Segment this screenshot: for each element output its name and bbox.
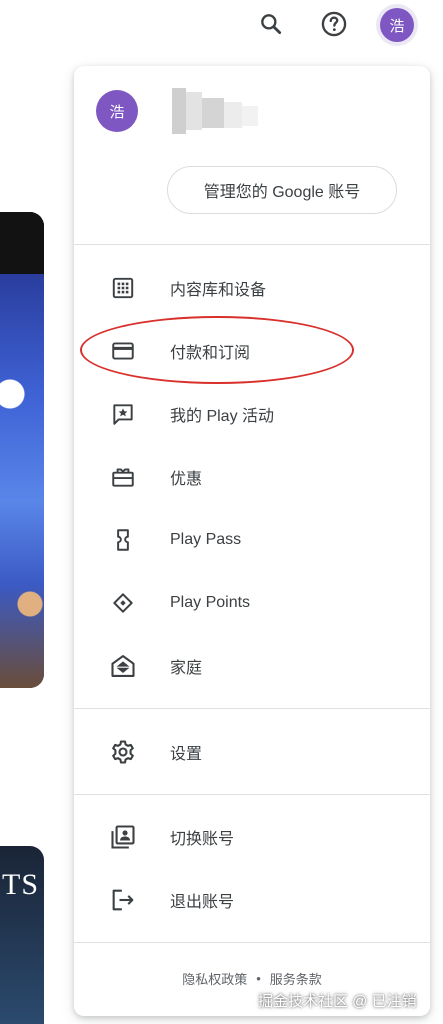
menu-item-label: Play Pass (170, 531, 242, 548)
search-button[interactable] (251, 6, 291, 46)
watermark: 掘金技术社区 @ 已注销 (258, 993, 417, 1010)
logout-icon (108, 885, 138, 915)
diamond-icon (108, 588, 138, 618)
background-promo-card[interactable]: TS (0, 846, 44, 1024)
menu-item-label: 设置 (170, 746, 203, 763)
offers-gift-icon (108, 462, 138, 492)
divider (74, 942, 430, 943)
menu-item-family[interactable]: 家庭 (74, 640, 430, 692)
menu-item-label: 内容库和设备 (170, 282, 267, 299)
family-home-icon (108, 651, 138, 681)
switch-account-icon (108, 822, 138, 852)
menu-item-label: 我的 Play 活动 (170, 408, 275, 425)
menu-footer: 隐私权政策 • 服务条款 (74, 966, 430, 990)
help-button[interactable] (314, 6, 354, 46)
menu-item-label: 优惠 (170, 471, 203, 488)
menu-item-payments-subscriptions[interactable]: 付款和订阅 (74, 325, 430, 377)
menu-item-label: 退出账号 (170, 894, 235, 911)
footer-separator: • (256, 970, 261, 986)
gear-icon (108, 737, 138, 767)
menu-item-offers[interactable]: 优惠 (74, 451, 430, 503)
background-game-card[interactable] (0, 212, 44, 688)
manage-google-account-button[interactable]: 管理您的 Google 账号 (167, 166, 397, 214)
card-header-band (0, 212, 44, 274)
menu-item-settings[interactable]: 设置 (74, 726, 430, 778)
menu-item-play-pass[interactable]: Play Pass (74, 514, 430, 566)
help-icon (320, 10, 348, 43)
menu-item-play-points[interactable]: Play Points (74, 577, 430, 629)
redacted-account-name (172, 88, 258, 134)
menu-item-label: 付款和订阅 (170, 345, 251, 362)
divider (74, 708, 430, 709)
top-bar: 浩 (0, 0, 443, 52)
menu-item-library-devices[interactable]: 内容库和设备 (74, 262, 430, 314)
account-menu: 浩 管理您的 Google 账号 内容库和设备 付款和订阅 我的 Play 活动… (74, 66, 430, 1016)
ticket-icon (108, 525, 138, 555)
card-title-fragment: TS (2, 868, 40, 901)
avatar: 浩 (380, 8, 414, 42)
credit-card-icon (108, 336, 138, 366)
menu-item-play-activity[interactable]: 我的 Play 活动 (74, 388, 430, 440)
star-feedback-icon (108, 399, 138, 429)
menu-item-label: Play Points (170, 594, 251, 611)
card-artwork (0, 274, 44, 688)
menu-item-sign-out[interactable]: 退出账号 (74, 874, 430, 926)
profile-avatar: 浩 (96, 90, 138, 132)
grid-icon (108, 273, 138, 303)
menu-item-label: 家庭 (170, 660, 203, 677)
search-icon (258, 11, 284, 42)
menu-item-switch-account[interactable]: 切换账号 (74, 811, 430, 863)
terms-of-service-link[interactable]: 服务条款 (270, 969, 322, 988)
divider (74, 794, 430, 795)
account-avatar-button[interactable]: 浩 (376, 4, 418, 46)
privacy-policy-link[interactable]: 隐私权政策 (182, 969, 247, 988)
menu-item-label: 切换账号 (170, 831, 235, 848)
divider (74, 244, 430, 245)
